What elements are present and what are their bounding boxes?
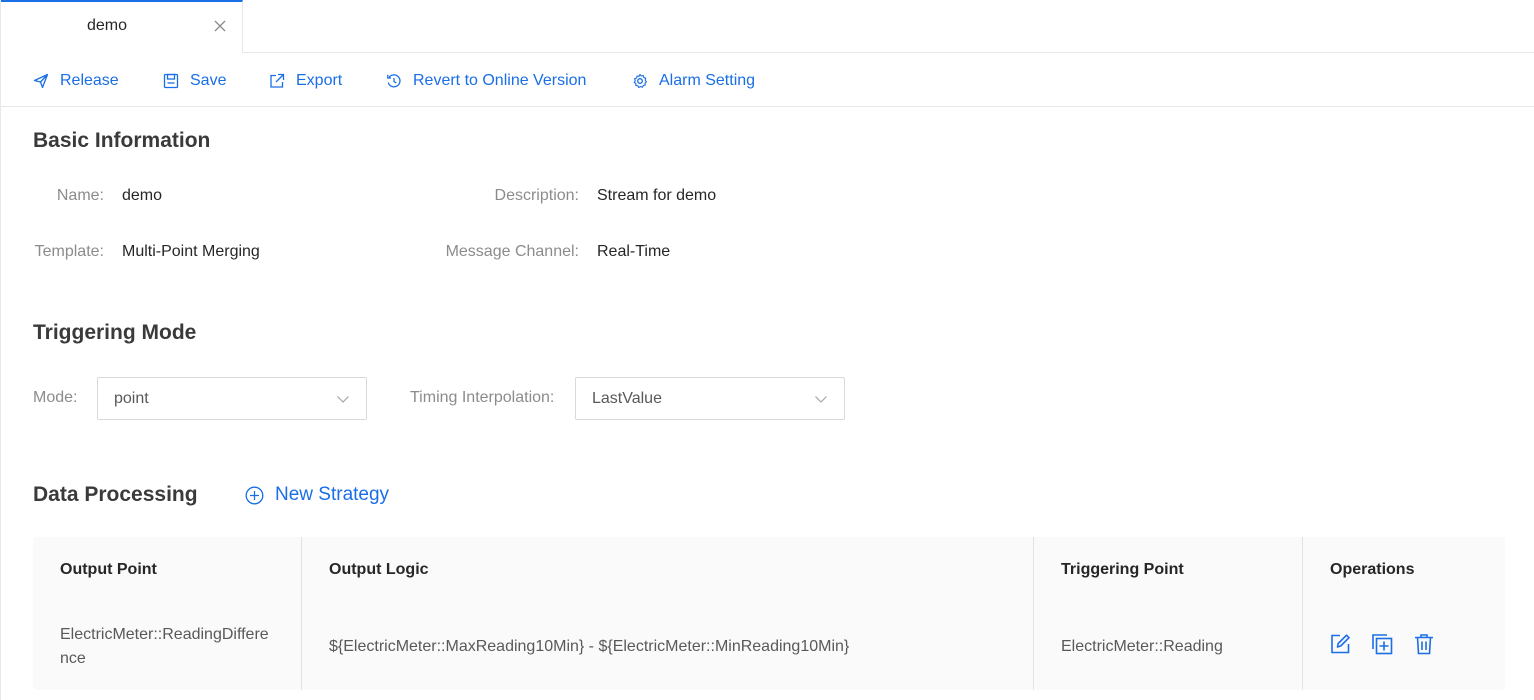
name-value: demo (122, 187, 163, 204)
new-strategy-button[interactable]: New Strategy (245, 484, 389, 506)
output-logic-cell: ${ElectricMeter::MaxReading10Min} - ${El… (329, 638, 850, 655)
description-label: Description: (494, 187, 579, 204)
header-output-point: Output Point (60, 561, 157, 578)
save-icon (163, 73, 179, 89)
column-divider (1302, 537, 1303, 690)
name-label: Name: (56, 187, 104, 204)
basic-info-title: Basic Information (33, 129, 211, 152)
strategy-table: Output Point Output Logic Triggering Poi… (33, 537, 1505, 690)
mode-select[interactable]: point (97, 377, 367, 420)
revert-label: Revert to Online Version (413, 72, 587, 89)
column-divider (301, 537, 302, 690)
description-value: Stream for demo (597, 187, 717, 204)
save-button[interactable]: Save (163, 70, 226, 92)
output-point-cell-line2: nce (60, 650, 86, 667)
gear-icon (633, 73, 648, 89)
header-output-logic: Output Logic (329, 561, 429, 578)
mode-label: Mode: (33, 389, 78, 406)
app-frame: demo Release Save Export Revert to Onlin… (0, 0, 1534, 700)
new-strategy-label: New Strategy (275, 484, 390, 505)
delete-icon[interactable] (1413, 633, 1435, 655)
timing-interpolation-label: Timing Interpolation: (410, 389, 555, 406)
chevron-down-icon (815, 396, 827, 403)
plus-circle-icon (245, 486, 264, 504)
alarm-setting-label: Alarm Setting (659, 72, 756, 89)
close-icon[interactable] (211, 17, 229, 35)
save-label: Save (190, 72, 227, 89)
header-triggering-point: Triggering Point (1061, 561, 1184, 578)
history-icon (387, 74, 401, 88)
triggering-point-cell: ElectricMeter::Reading (1061, 638, 1223, 655)
copy-add-icon[interactable] (1371, 633, 1393, 655)
triggering-mode-title: Triggering Mode (33, 321, 197, 344)
column-divider (1033, 537, 1034, 690)
send-icon (33, 73, 49, 89)
release-label: Release (60, 72, 119, 89)
tab-demo[interactable]: demo (1, 0, 243, 53)
chevron-down-icon (337, 396, 349, 403)
template-label: Template: (34, 243, 104, 260)
export-button[interactable]: Export (269, 70, 342, 92)
mode-select-value: point (114, 390, 149, 407)
template-value: Multi-Point Merging (122, 243, 260, 260)
export-label: Export (296, 72, 343, 89)
revert-button[interactable]: Revert to Online Version (386, 70, 586, 92)
message-channel-label: Message Channel: (445, 243, 579, 260)
timing-interpolation-select[interactable]: LastValue (575, 377, 845, 420)
export-icon (270, 73, 285, 88)
edit-icon[interactable] (1329, 633, 1351, 655)
header-operations: Operations (1330, 561, 1415, 578)
toolbar: Release Save Export Revert to Online Ver… (1, 53, 1534, 107)
timing-interpolation-value: LastValue (592, 390, 662, 407)
tab-bar: demo (1, 0, 1534, 53)
message-channel-value: Real-Time (597, 243, 671, 260)
output-point-cell-line1: ElectricMeter::ReadingDiffere (60, 626, 269, 643)
data-processing-title: Data Processing (33, 483, 198, 506)
tab-label: demo (87, 17, 128, 34)
release-button[interactable]: Release (33, 70, 119, 92)
alarm-setting-button[interactable]: Alarm Setting (632, 70, 755, 92)
